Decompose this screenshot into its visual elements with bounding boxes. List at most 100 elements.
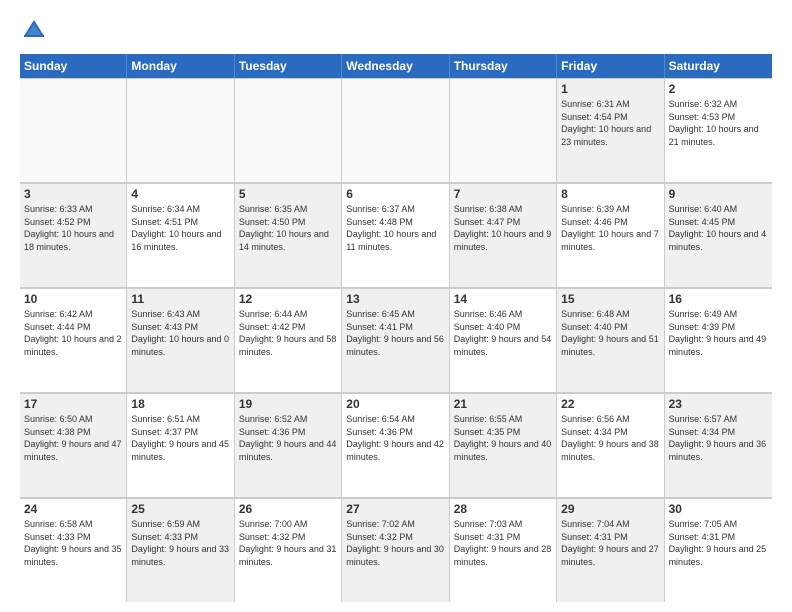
day-info: Sunrise: 6:42 AM Sunset: 4:44 PM Dayligh… bbox=[24, 308, 122, 358]
day-info: Sunrise: 6:50 AM Sunset: 4:38 PM Dayligh… bbox=[24, 413, 122, 463]
day-number: 26 bbox=[239, 502, 337, 516]
cal-cell-4: 4 Sunrise: 6:34 AM Sunset: 4:51 PM Daylig… bbox=[127, 183, 234, 287]
day-info: Sunrise: 7:00 AM Sunset: 4:32 PM Dayligh… bbox=[239, 518, 337, 568]
day-info: Sunrise: 6:44 AM Sunset: 4:42 PM Dayligh… bbox=[239, 308, 337, 358]
day-number: 15 bbox=[561, 292, 659, 306]
cal-cell-26: 26 Sunrise: 7:00 AM Sunset: 4:32 PM Dayli… bbox=[235, 498, 342, 602]
cal-header-tuesday: Tuesday bbox=[235, 54, 342, 78]
day-info: Sunrise: 6:45 AM Sunset: 4:41 PM Dayligh… bbox=[346, 308, 444, 358]
day-number: 12 bbox=[239, 292, 337, 306]
cal-cell-27: 27Sunrise: 7:02 AM Sunset: 4:32 PM Dayli… bbox=[342, 498, 449, 602]
day-number: 24 bbox=[24, 502, 122, 516]
cal-cell-30: 30 Sunrise: 7:05 AM Sunset: 4:31 PM Dayli… bbox=[665, 498, 772, 602]
day-number: 5 bbox=[239, 187, 337, 201]
day-number: 23 bbox=[669, 397, 768, 411]
page: SundayMondayTuesdayWednesdayThursdayFrid… bbox=[0, 0, 792, 612]
day-info: Sunrise: 6:40 AM Sunset: 4:45 PM Dayligh… bbox=[669, 203, 768, 253]
day-number: 11 bbox=[131, 292, 229, 306]
day-info: Sunrise: 6:48 AM Sunset: 4:40 PM Dayligh… bbox=[561, 308, 659, 358]
day-number: 1 bbox=[561, 82, 659, 96]
cal-cell-28: 28 Sunrise: 7:03 AM Sunset: 4:31 PM Dayli… bbox=[450, 498, 557, 602]
cal-cell-6: 6 Sunrise: 6:37 AM Sunset: 4:48 PM Daylig… bbox=[342, 183, 449, 287]
cal-cell-29: 29 Sunrise: 7:04 AM Sunset: 4:31 PM Dayli… bbox=[557, 498, 664, 602]
day-info: Sunrise: 7:04 AM Sunset: 4:31 PM Dayligh… bbox=[561, 518, 659, 568]
day-info: Sunrise: 6:32 AM Sunset: 4:53 PM Dayligh… bbox=[669, 98, 768, 148]
cal-cell-empty-0-3 bbox=[342, 78, 449, 182]
cal-cell-18: 18Sunrise: 6:51 AM Sunset: 4:37 PM Dayli… bbox=[127, 393, 234, 497]
cal-cell-24: 24Sunrise: 6:58 AM Sunset: 4:33 PM Dayli… bbox=[20, 498, 127, 602]
cal-cell-8: 8Sunrise: 6:39 AM Sunset: 4:46 PM Daylig… bbox=[557, 183, 664, 287]
day-info: Sunrise: 6:57 AM Sunset: 4:34 PM Dayligh… bbox=[669, 413, 768, 463]
cal-cell-2: 2Sunrise: 6:32 AM Sunset: 4:53 PM Daylig… bbox=[665, 78, 772, 182]
cal-cell-16: 16 Sunrise: 6:49 AM Sunset: 4:39 PM Dayli… bbox=[665, 288, 772, 392]
day-number: 3 bbox=[24, 187, 122, 201]
cal-cell-empty-0-0 bbox=[20, 78, 127, 182]
day-number: 21 bbox=[454, 397, 552, 411]
day-number: 10 bbox=[24, 292, 122, 306]
day-number: 19 bbox=[239, 397, 337, 411]
day-number: 8 bbox=[561, 187, 659, 201]
cal-week-3: 17 Sunrise: 6:50 AM Sunset: 4:38 PM Dayli… bbox=[20, 393, 772, 498]
cal-cell-12: 12 Sunrise: 6:44 AM Sunset: 4:42 PM Dayli… bbox=[235, 288, 342, 392]
cal-week-1: 3 Sunrise: 6:33 AM Sunset: 4:52 PM Daylig… bbox=[20, 183, 772, 288]
day-number: 13 bbox=[346, 292, 444, 306]
day-number: 28 bbox=[454, 502, 552, 516]
cal-cell-empty-0-2 bbox=[235, 78, 342, 182]
day-number: 30 bbox=[669, 502, 768, 516]
day-info: Sunrise: 6:43 AM Sunset: 4:43 PM Dayligh… bbox=[131, 308, 229, 358]
cal-header-monday: Monday bbox=[127, 54, 234, 78]
day-number: 17 bbox=[24, 397, 122, 411]
day-info: Sunrise: 6:37 AM Sunset: 4:48 PM Dayligh… bbox=[346, 203, 444, 253]
cal-header-saturday: Saturday bbox=[665, 54, 772, 78]
cal-cell-25: 25Sunrise: 6:59 AM Sunset: 4:33 PM Dayli… bbox=[127, 498, 234, 602]
cal-cell-11: 11 Sunrise: 6:43 AM Sunset: 4:43 PM Dayli… bbox=[127, 288, 234, 392]
day-number: 27 bbox=[346, 502, 444, 516]
cal-header-wednesday: Wednesday bbox=[342, 54, 449, 78]
cal-cell-21: 21 Sunrise: 6:55 AM Sunset: 4:35 PM Dayli… bbox=[450, 393, 557, 497]
cal-header-thursday: Thursday bbox=[450, 54, 557, 78]
day-info: Sunrise: 6:38 AM Sunset: 4:47 PM Dayligh… bbox=[454, 203, 552, 253]
day-info: Sunrise: 6:55 AM Sunset: 4:35 PM Dayligh… bbox=[454, 413, 552, 463]
day-info: Sunrise: 7:03 AM Sunset: 4:31 PM Dayligh… bbox=[454, 518, 552, 568]
cal-header-friday: Friday bbox=[557, 54, 664, 78]
cal-cell-13: 13 Sunrise: 6:45 AM Sunset: 4:41 PM Dayli… bbox=[342, 288, 449, 392]
cal-cell-22: 22 Sunrise: 6:56 AM Sunset: 4:34 PM Dayli… bbox=[557, 393, 664, 497]
day-info: Sunrise: 6:54 AM Sunset: 4:36 PM Dayligh… bbox=[346, 413, 444, 463]
cal-header-sunday: Sunday bbox=[20, 54, 127, 78]
day-info: Sunrise: 7:05 AM Sunset: 4:31 PM Dayligh… bbox=[669, 518, 768, 568]
day-info: Sunrise: 6:34 AM Sunset: 4:51 PM Dayligh… bbox=[131, 203, 229, 253]
cal-cell-7: 7Sunrise: 6:38 AM Sunset: 4:47 PM Daylig… bbox=[450, 183, 557, 287]
cal-cell-17: 17 Sunrise: 6:50 AM Sunset: 4:38 PM Dayli… bbox=[20, 393, 127, 497]
day-number: 14 bbox=[454, 292, 552, 306]
day-info: Sunrise: 6:59 AM Sunset: 4:33 PM Dayligh… bbox=[131, 518, 229, 568]
calendar-header-row: SundayMondayTuesdayWednesdayThursdayFrid… bbox=[20, 54, 772, 78]
cal-week-0: 1 Sunrise: 6:31 AM Sunset: 4:54 PM Daylig… bbox=[20, 78, 772, 183]
day-number: 4 bbox=[131, 187, 229, 201]
day-info: Sunrise: 6:56 AM Sunset: 4:34 PM Dayligh… bbox=[561, 413, 659, 463]
cal-cell-19: 19Sunrise: 6:52 AM Sunset: 4:36 PM Dayli… bbox=[235, 393, 342, 497]
cal-cell-5: 5 Sunrise: 6:35 AM Sunset: 4:50 PM Daylig… bbox=[235, 183, 342, 287]
day-number: 29 bbox=[561, 502, 659, 516]
cal-cell-1: 1 Sunrise: 6:31 AM Sunset: 4:54 PM Daylig… bbox=[557, 78, 664, 182]
header bbox=[20, 16, 772, 44]
day-info: Sunrise: 6:49 AM Sunset: 4:39 PM Dayligh… bbox=[669, 308, 768, 358]
logo-icon bbox=[20, 16, 48, 44]
day-info: Sunrise: 6:33 AM Sunset: 4:52 PM Dayligh… bbox=[24, 203, 122, 253]
day-number: 22 bbox=[561, 397, 659, 411]
cal-week-4: 24Sunrise: 6:58 AM Sunset: 4:33 PM Dayli… bbox=[20, 498, 772, 602]
cal-cell-10: 10 Sunrise: 6:42 AM Sunset: 4:44 PM Dayli… bbox=[20, 288, 127, 392]
cal-cell-9: 9Sunrise: 6:40 AM Sunset: 4:45 PM Daylig… bbox=[665, 183, 772, 287]
day-number: 18 bbox=[131, 397, 229, 411]
day-number: 6 bbox=[346, 187, 444, 201]
day-info: Sunrise: 6:31 AM Sunset: 4:54 PM Dayligh… bbox=[561, 98, 659, 148]
cal-cell-20: 20Sunrise: 6:54 AM Sunset: 4:36 PM Dayli… bbox=[342, 393, 449, 497]
day-number: 16 bbox=[669, 292, 768, 306]
day-info: Sunrise: 6:35 AM Sunset: 4:50 PM Dayligh… bbox=[239, 203, 337, 253]
calendar-body: 1 Sunrise: 6:31 AM Sunset: 4:54 PM Daylig… bbox=[20, 78, 772, 602]
cal-week-2: 10 Sunrise: 6:42 AM Sunset: 4:44 PM Dayli… bbox=[20, 288, 772, 393]
day-info: Sunrise: 6:46 AM Sunset: 4:40 PM Dayligh… bbox=[454, 308, 552, 358]
cal-cell-empty-0-4 bbox=[450, 78, 557, 182]
cal-cell-15: 15 Sunrise: 6:48 AM Sunset: 4:40 PM Dayli… bbox=[557, 288, 664, 392]
cal-cell-empty-0-1 bbox=[127, 78, 234, 182]
cal-cell-3: 3 Sunrise: 6:33 AM Sunset: 4:52 PM Daylig… bbox=[20, 183, 127, 287]
